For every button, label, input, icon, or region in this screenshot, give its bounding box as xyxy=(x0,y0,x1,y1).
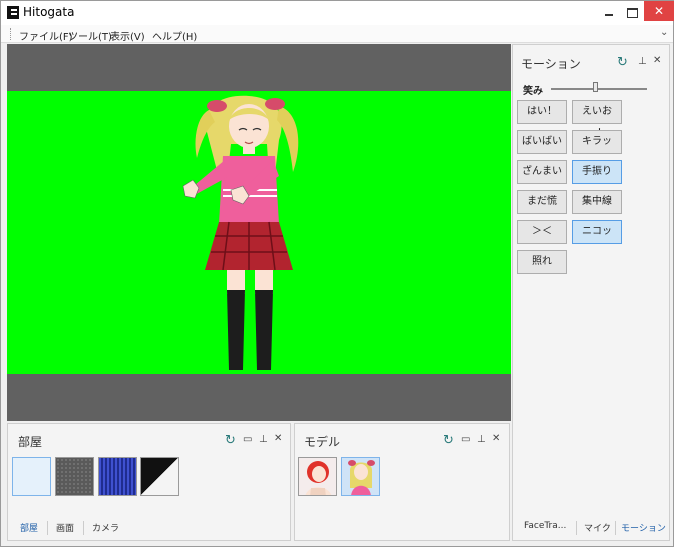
menu-file[interactable]: ファイル(F) xyxy=(19,28,73,43)
tab-divider xyxy=(615,521,616,535)
pin-icon[interactable]: ⊥ xyxy=(259,434,268,445)
motion-button-niko[interactable]: ニコッ xyxy=(572,220,622,244)
pin-icon[interactable]: ⊥ xyxy=(638,56,647,67)
tab-mic[interactable]: マイク xyxy=(584,521,611,534)
room-panel: 部屋 ↻ ▭ ⊥ ✕ 部屋 画面 カメラ xyxy=(7,423,291,541)
close-icon[interactable]: ✕ xyxy=(274,433,282,444)
motion-button-tefuri[interactable]: 手振り xyxy=(572,160,622,184)
smile-slider-thumb[interactable] xyxy=(593,82,598,92)
motion-panel-tabs: FaceTra... マイク モーション xyxy=(513,521,669,537)
window-icon[interactable]: ▭ xyxy=(461,434,470,445)
room-thumbnail-blue-floor[interactable] xyxy=(98,457,137,496)
menu-view[interactable]: 表示(V) xyxy=(110,28,145,43)
close-icon[interactable]: ✕ xyxy=(492,433,500,444)
minimize-button[interactable] xyxy=(601,3,617,21)
maximize-button[interactable] xyxy=(625,3,639,21)
close-icon[interactable]: ✕ xyxy=(653,55,661,66)
motion-button-hai[interactable]: はい！ xyxy=(517,100,567,124)
pin-icon[interactable]: ⊥ xyxy=(477,434,486,445)
menu-help[interactable]: ヘルプ(H) xyxy=(152,28,197,43)
room-thumbnail-gray-floor[interactable] xyxy=(55,457,94,496)
motion-button-madaawa[interactable]: まだ慌 xyxy=(517,190,567,214)
tab-motion[interactable]: モーション xyxy=(621,521,666,534)
menu-tools[interactable]: ツール(T) xyxy=(68,28,112,43)
window-icon[interactable]: ▭ xyxy=(243,434,252,445)
motion-button-shuchusen[interactable]: 集中線 xyxy=(572,190,622,214)
room-thumbnail-blank[interactable] xyxy=(12,457,51,496)
window-title: Hitogata xyxy=(23,5,75,19)
smile-slider[interactable] xyxy=(551,88,647,90)
motion-panel: モーション ↻ ⊥ ✕ 笑み はい！ えいおー！ ばいばい キラッ ざんまい 手… xyxy=(512,44,670,541)
smile-slider-label: 笑み xyxy=(523,86,543,97)
model-panel-title: モデル xyxy=(304,435,341,449)
room-panel-title: 部屋 xyxy=(18,435,43,449)
refresh-icon[interactable]: ↻ xyxy=(443,433,454,448)
motion-button-kaomoji[interactable]: ＞＜ xyxy=(517,220,567,244)
model-thumbnail-red-hair[interactable] xyxy=(298,457,337,496)
tab-divider xyxy=(83,521,84,535)
refresh-icon[interactable]: ↻ xyxy=(617,55,628,70)
motion-button-eioo[interactable]: えいおー！ xyxy=(572,100,622,139)
room-thumbnail-black-white[interactable] xyxy=(140,457,179,496)
tab-room[interactable]: 部屋 xyxy=(20,521,38,534)
blonde-model-avatar xyxy=(348,460,375,495)
motion-button-zanmai[interactable]: ざんまい xyxy=(517,160,567,184)
close-button[interactable]: ✕ xyxy=(644,1,674,21)
menu-bar: ファイル(F) ツール(T) 表示(V) ヘルプ(H) ⌄ xyxy=(1,25,673,43)
menu-grip xyxy=(10,28,13,40)
motion-button-tere[interactable]: 照れ xyxy=(517,250,567,274)
character-model xyxy=(182,95,299,370)
motion-button-kira[interactable]: キラッ xyxy=(572,130,622,154)
title-bar: Hitogata ✕ xyxy=(1,1,674,25)
preview-viewport[interactable] xyxy=(7,44,511,421)
tab-divider xyxy=(47,521,48,535)
model-thumbnail-blonde[interactable] xyxy=(341,457,380,496)
room-panel-tabs: 部屋 画面 カメラ xyxy=(8,521,290,537)
tab-camera[interactable]: カメラ xyxy=(92,521,119,534)
app-window: Hitogata ✕ ファイル(F) ツール(T) 表示(V) ヘルプ(H) ⌄ xyxy=(0,0,674,547)
motion-panel-title: モーション xyxy=(521,57,581,71)
tab-divider xyxy=(576,521,577,535)
menu-overflow-icon[interactable]: ⌄ xyxy=(660,27,668,38)
motion-button-baibai[interactable]: ばいばい xyxy=(517,130,567,154)
red-hair-model-avatar xyxy=(305,461,332,495)
refresh-icon[interactable]: ↻ xyxy=(225,433,236,448)
tab-screen[interactable]: 画面 xyxy=(56,521,74,534)
model-panel: モデル ↻ ▭ ⊥ ✕ xyxy=(294,423,510,541)
app-logo-icon xyxy=(7,6,19,19)
tab-facetracking[interactable]: FaceTra... xyxy=(524,521,566,531)
